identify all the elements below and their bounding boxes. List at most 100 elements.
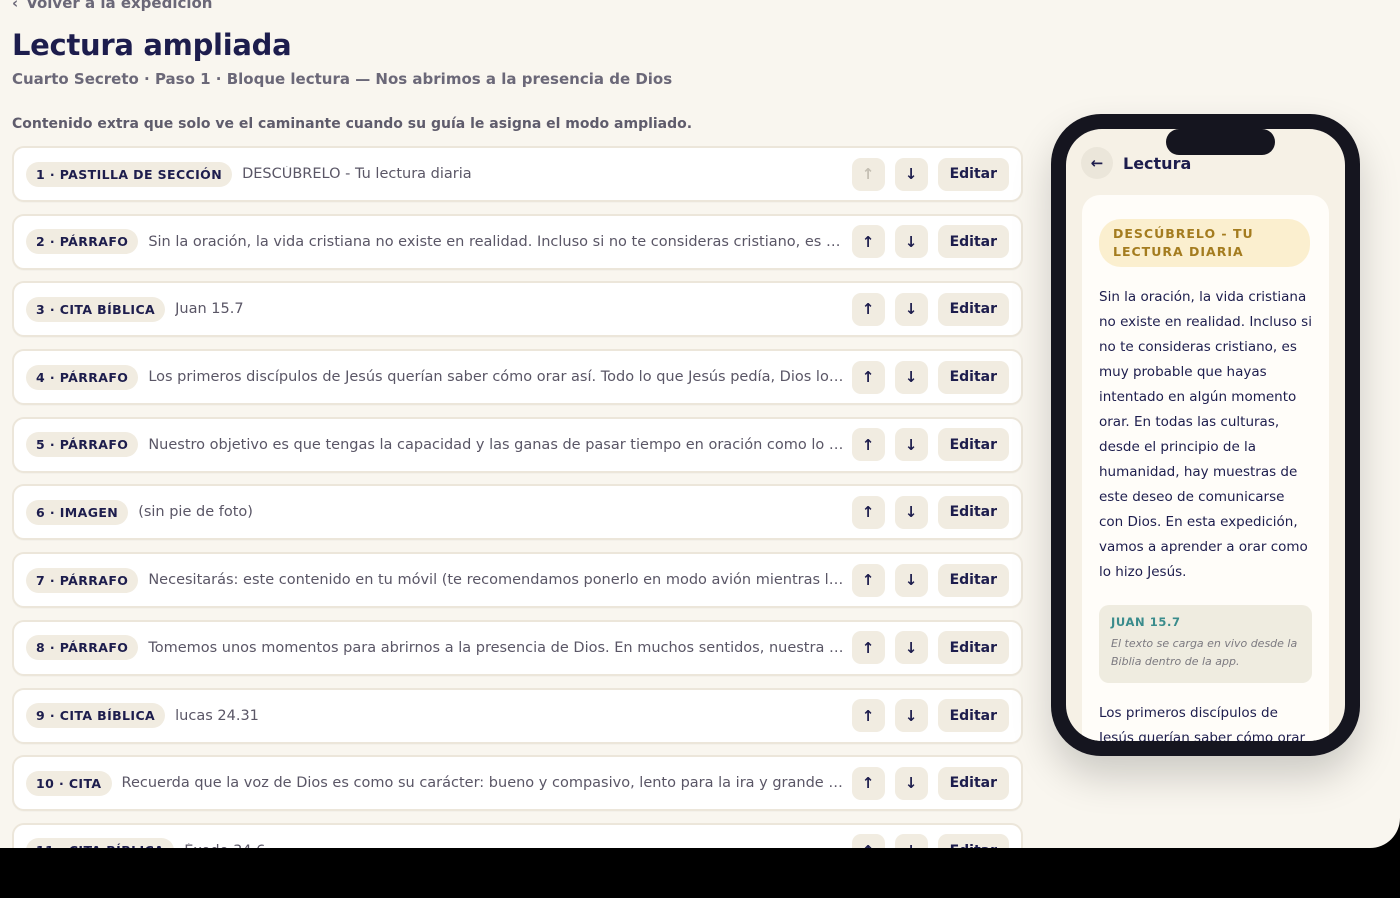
block-row: 2 · PÁRRAFO Sin la oración, la vida cris… [12, 213, 1023, 270]
phone-paragraph-2: Los primeros discípulos de Jesús querían… [1099, 705, 1306, 741]
edit-button[interactable]: Editar [937, 699, 1009, 732]
block-row: 6 · IMAGEN (sin pie de foto) ↑ ↓ Editar [12, 484, 1023, 541]
row-actions: ↑ ↓ Editar [851, 360, 1009, 394]
row-actions: ↑ ↓ Editar [851, 699, 1009, 732]
block-preview-text: DESCÚBRELO - Tu lectura diaria [242, 166, 472, 182]
edit-button[interactable]: Editar [937, 157, 1009, 191]
move-up-button[interactable]: ↑ [851, 292, 885, 326]
phone-header: ← Lectura [1081, 147, 1191, 179]
page-description: Contenido extra que solo ve el caminante… [12, 116, 693, 132]
edit-button[interactable]: Editar [937, 292, 1009, 326]
block-row: 8 · PÁRRAFO Tomemos unos momentos para a… [12, 619, 1023, 676]
move-up-button[interactable]: ↑ [851, 834, 885, 848]
arrow-up-icon: ↑ [861, 165, 875, 183]
block-row: 3 · CITA BÍBLICA Juan 15.7 ↑ ↓ Editar [12, 281, 1023, 338]
move-down-button[interactable]: ↓ [894, 428, 928, 462]
move-up-button[interactable]: ↑ [851, 157, 885, 191]
move-up-button[interactable]: ↑ [851, 225, 885, 259]
edit-button[interactable]: Editar [937, 766, 1009, 800]
block-type-label: 5 · PÁRRAFO [26, 432, 139, 458]
block-preview-text: Tomemos unos momentos para abrirnos a la… [148, 639, 844, 656]
block-type-label: 1 · PASTILLA DE SECCIÓN [26, 161, 233, 187]
block-row: 9 · CITA BÍBLICA lucas 24.31 ↑ ↓ Editar [12, 687, 1023, 744]
phone-section-pill: DESCÚBRELO - TU LECTURA DIARIA [1099, 219, 1310, 267]
arrow-left-icon[interactable]: ← [1081, 147, 1113, 179]
block-type-label: 2 · PÁRRAFO [26, 229, 139, 255]
phone-bible-verse: JUAN 15.7 El texto se carga en vivo desd… [1099, 605, 1312, 683]
block-preview-text: Éxodo 34.6 [184, 843, 843, 848]
phone-reading-card: DESCÚBRELO - TU LECTURA DIARIA Sin la or… [1082, 195, 1329, 741]
move-down-button[interactable]: ↓ [894, 495, 928, 529]
move-down-button[interactable]: ↓ [894, 766, 928, 800]
block-preview-text: lucas 24.31 [175, 707, 259, 724]
block-row: 5 · PÁRRAFO Nuestro objetivo es que teng… [12, 416, 1023, 473]
block-type-label: 3 · CITA BÍBLICA [26, 296, 166, 322]
move-down-button[interactable]: ↓ [894, 834, 928, 848]
block-preview-text: Recuerda que la voz de Dios es como su c… [121, 775, 844, 792]
arrow-up-icon: ↑ [861, 232, 875, 251]
edit-button[interactable]: Editar [937, 495, 1009, 529]
arrow-down-icon: ↓ [904, 774, 918, 793]
edit-button[interactable]: Editar [937, 225, 1009, 259]
move-up-button[interactable]: ↑ [851, 766, 885, 800]
block-type-label: 10 · CITA [26, 770, 112, 796]
row-actions: ↑ ↓ Editar [851, 563, 1009, 597]
edit-button[interactable]: Editar [937, 834, 1009, 848]
block-type-label: 8 · PÁRRAFO [26, 635, 139, 661]
page-subtitle: Cuarto Secreto · Paso 1 · Bloque lectura… [12, 70, 673, 88]
block-preview-text: (sin pie de foto) [138, 504, 253, 521]
back-link-label: Volver a la expedición [26, 0, 213, 12]
verse-note: El texto se carga en vivo desde la Bibli… [1111, 637, 1298, 668]
block-preview-text: Los primeros discípulos de Jesús querían… [148, 369, 843, 386]
move-up-button[interactable]: ↑ [851, 699, 885, 732]
edit-button[interactable]: Editar [937, 631, 1009, 665]
move-up-button[interactable]: ↑ [851, 428, 885, 462]
move-down-button[interactable]: ↓ [894, 225, 928, 259]
row-actions: ↑ ↓ Editar [851, 157, 1009, 191]
edit-button[interactable]: Editar [937, 360, 1009, 394]
block-row: 11 · CITA BÍBLICA Éxodo 34.6 ↑ ↓ Editar [12, 822, 1023, 848]
arrow-up-icon: ↑ [861, 503, 875, 522]
move-down-button[interactable]: ↓ [894, 360, 928, 394]
block-preview-text: Necesitarás: este contenido en tu móvil … [148, 572, 843, 589]
move-down-button[interactable]: ↓ [894, 563, 928, 597]
back-to-expedition-link[interactable]: ‹ Volver a la expedición [12, 0, 212, 12]
arrow-up-icon: ↑ [861, 638, 875, 657]
arrow-down-icon: ↓ [904, 300, 918, 319]
move-up-button[interactable]: ↑ [851, 495, 885, 529]
chevron-left-icon: ‹ [12, 0, 19, 12]
move-down-button[interactable]: ↓ [894, 292, 928, 326]
block-type-label: 11 · CITA BÍBLICA [26, 838, 175, 848]
move-down-button[interactable]: ↓ [894, 631, 928, 665]
move-up-button[interactable]: ↑ [851, 563, 885, 597]
arrow-up-icon: ↑ [861, 571, 875, 590]
block-type-label: 6 · IMAGEN [26, 499, 129, 525]
block-row: 1 · PASTILLA DE SECCIÓN DESCÚBRELO - Tu … [12, 146, 1023, 202]
row-actions: ↑ ↓ Editar [851, 292, 1009, 326]
block-row: 10 · CITA Recuerda que la voz de Dios es… [12, 755, 1023, 812]
block-type-label: 9 · CITA BÍBLICA [26, 703, 166, 728]
edit-button[interactable]: Editar [937, 428, 1009, 462]
move-down-button[interactable]: ↓ [894, 699, 928, 732]
edit-button[interactable]: Editar [937, 563, 1009, 597]
move-down-button[interactable]: ↓ [894, 157, 928, 191]
phone-header-title: Lectura [1123, 153, 1192, 173]
arrow-down-icon: ↓ [905, 842, 918, 848]
arrow-down-icon: ↓ [904, 368, 918, 387]
block-type-label: 7 · PÁRRAFO [26, 567, 139, 593]
arrow-up-icon: ↑ [861, 368, 875, 387]
move-up-button[interactable]: ↑ [851, 631, 885, 665]
arrow-up-icon: ↑ [861, 706, 875, 725]
row-actions: ↑ ↓ Editar [851, 631, 1009, 665]
row-actions: ↑ ↓ Editar [851, 834, 1009, 848]
arrow-up-icon: ↑ [861, 774, 875, 793]
arrow-down-icon: ↓ [904, 503, 918, 522]
arrow-up-icon: ↑ [861, 435, 875, 454]
move-up-button[interactable]: ↑ [851, 360, 885, 394]
arrow-down-icon: ↓ [904, 571, 918, 590]
row-actions: ↑ ↓ Editar [851, 766, 1009, 800]
phone-paragraph: Sin la oración, la vida cristiana no exi… [1099, 289, 1312, 580]
block-preview-text: Nuestro objetivo es que tengas la capaci… [148, 436, 843, 453]
block-type-label: 4 · PÁRRAFO [26, 364, 139, 390]
row-actions: ↑ ↓ Editar [851, 225, 1009, 259]
